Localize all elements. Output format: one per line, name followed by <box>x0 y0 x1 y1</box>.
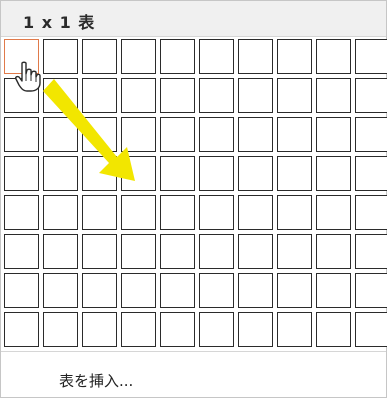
grid-cell[interactable] <box>238 195 273 230</box>
grid-cell[interactable] <box>4 234 39 269</box>
grid-cell[interactable] <box>238 273 273 308</box>
grid-cell[interactable] <box>4 156 39 191</box>
grid-cell[interactable] <box>43 78 78 113</box>
grid-cell[interactable] <box>316 78 351 113</box>
grid-cell[interactable] <box>238 312 273 347</box>
grid-cell[interactable] <box>82 273 117 308</box>
grid-cell[interactable] <box>160 156 195 191</box>
insert-table-menu-item[interactable]: 表を挿入... <box>1 360 386 396</box>
grid-cell[interactable] <box>121 312 156 347</box>
grid-cell[interactable] <box>277 195 312 230</box>
grid-cell[interactable] <box>277 78 312 113</box>
grid-cell[interactable] <box>82 39 117 74</box>
grid-cell[interactable] <box>160 117 195 152</box>
grid-cell[interactable] <box>43 117 78 152</box>
grid-cell[interactable] <box>4 195 39 230</box>
grid-cell[interactable] <box>4 273 39 308</box>
table-size-grid <box>4 39 387 349</box>
grid-cell[interactable] <box>82 234 117 269</box>
grid-cell[interactable] <box>82 117 117 152</box>
table-size-label: 1 x 1 表 <box>23 13 96 32</box>
grid-cell[interactable] <box>277 117 312 152</box>
grid-cell[interactable] <box>199 234 234 269</box>
grid-cell[interactable] <box>277 273 312 308</box>
grid-cell[interactable] <box>355 312 387 347</box>
grid-cell[interactable] <box>316 273 351 308</box>
grid-cell[interactable] <box>121 195 156 230</box>
grid-cell[interactable] <box>121 234 156 269</box>
grid-cell[interactable] <box>355 156 387 191</box>
grid-cell[interactable] <box>199 39 234 74</box>
grid-cell[interactable] <box>43 234 78 269</box>
grid-cell[interactable] <box>316 39 351 74</box>
grid-cell[interactable] <box>4 39 39 74</box>
grid-cell[interactable] <box>355 234 387 269</box>
grid-cell[interactable] <box>238 117 273 152</box>
grid-cell[interactable] <box>316 234 351 269</box>
grid-cell[interactable] <box>238 39 273 74</box>
table-insert-dropdown: 1 x 1 表 表を挿入... <box>0 0 387 398</box>
grid-cell[interactable] <box>121 78 156 113</box>
grid-cell[interactable] <box>277 156 312 191</box>
grid-cell[interactable] <box>121 39 156 74</box>
grid-cell[interactable] <box>160 273 195 308</box>
grid-cell[interactable] <box>238 234 273 269</box>
grid-cell[interactable] <box>160 312 195 347</box>
grid-cell[interactable] <box>82 312 117 347</box>
grid-cell[interactable] <box>355 273 387 308</box>
menu-divider <box>1 351 386 352</box>
grid-cell[interactable] <box>316 117 351 152</box>
insert-table-label: 表を挿入... <box>59 372 134 390</box>
grid-cell[interactable] <box>355 195 387 230</box>
grid-cell[interactable] <box>355 78 387 113</box>
grid-cell[interactable] <box>160 195 195 230</box>
grid-cell[interactable] <box>43 273 78 308</box>
grid-cell[interactable] <box>121 156 156 191</box>
grid-cell[interactable] <box>199 156 234 191</box>
grid-cell[interactable] <box>121 273 156 308</box>
grid-cell[interactable] <box>82 156 117 191</box>
grid-cell[interactable] <box>277 39 312 74</box>
grid-cell[interactable] <box>316 156 351 191</box>
grid-cell[interactable] <box>121 117 156 152</box>
grid-cell[interactable] <box>316 195 351 230</box>
grid-cell[interactable] <box>199 78 234 113</box>
grid-cell[interactable] <box>82 195 117 230</box>
table-size-header: 1 x 1 表 <box>1 1 386 37</box>
grid-cell[interactable] <box>4 78 39 113</box>
grid-cell[interactable] <box>199 312 234 347</box>
grid-cell[interactable] <box>238 78 273 113</box>
grid-cell[interactable] <box>238 156 273 191</box>
grid-cell[interactable] <box>199 195 234 230</box>
grid-cell[interactable] <box>160 234 195 269</box>
grid-cell[interactable] <box>160 39 195 74</box>
grid-cell[interactable] <box>43 312 78 347</box>
grid-cell[interactable] <box>160 78 195 113</box>
grid-cell[interactable] <box>43 39 78 74</box>
grid-cell[interactable] <box>316 312 351 347</box>
grid-cell[interactable] <box>277 312 312 347</box>
grid-cell[interactable] <box>199 273 234 308</box>
grid-cell[interactable] <box>355 117 387 152</box>
grid-cell[interactable] <box>4 312 39 347</box>
grid-cell[interactable] <box>355 39 387 74</box>
grid-cell[interactable] <box>82 78 117 113</box>
grid-cell[interactable] <box>4 117 39 152</box>
grid-cell[interactable] <box>43 195 78 230</box>
grid-cell[interactable] <box>199 117 234 152</box>
grid-cell[interactable] <box>43 156 78 191</box>
grid-cell[interactable] <box>277 234 312 269</box>
